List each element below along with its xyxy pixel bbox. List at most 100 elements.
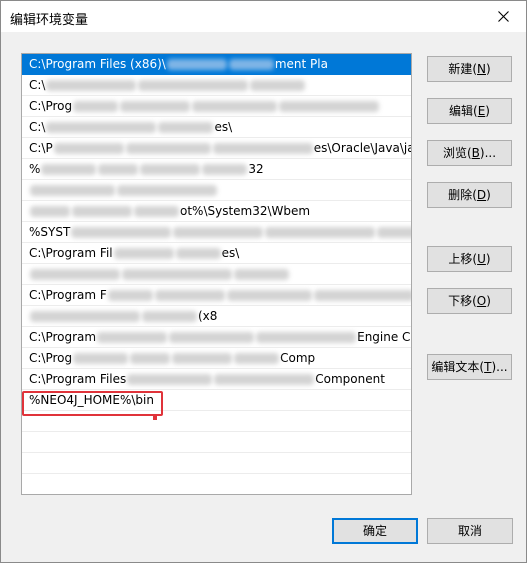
path-text-tail: es\ [214, 120, 233, 134]
path-list-row [22, 453, 411, 474]
ok-button-label: 确定 [362, 524, 387, 538]
path-list-row [22, 432, 411, 453]
redacted-text [46, 80, 137, 91]
path-list-row [22, 474, 411, 494]
window-title: 编辑环境变量 [10, 13, 89, 28]
redacted-text [154, 290, 225, 301]
edit-env-var-dialog: 编辑环境变量 C:\Program Files (x86)\ ment Pla C:… [0, 0, 527, 563]
path-list-row [22, 411, 411, 432]
new-button[interactable]: 新建(N) [427, 56, 512, 82]
redacted-text [97, 332, 168, 343]
redacted-text [41, 164, 97, 175]
browse-button[interactable]: 浏览(B)... [427, 140, 512, 166]
redacted-text [377, 227, 411, 238]
path-text: C:\ [29, 78, 46, 92]
edit-text-button[interactable]: 编辑文本(T)... [427, 354, 512, 380]
path-text: C:\Program [29, 330, 97, 344]
path-text: C:\Prog [29, 351, 73, 365]
path-text-tail: (x8 [198, 309, 218, 323]
path-list-row[interactable]: (x8 [22, 306, 411, 327]
path-list-row[interactable] [22, 264, 411, 285]
redacted-text [214, 374, 315, 385]
redacted-text [113, 248, 174, 259]
title-bar: 编辑环境变量 [1, 1, 526, 32]
delete-button-key: D [476, 188, 487, 202]
redacted-text [30, 206, 70, 217]
redacted-text [175, 248, 221, 259]
path-text-tail: ment Pla [274, 57, 328, 71]
redacted-text [107, 290, 153, 301]
path-text: C:\Program Fil [29, 246, 113, 260]
path-list-row[interactable]: C:\ es\ [22, 117, 411, 138]
redacted-text [234, 353, 280, 364]
delete-button[interactable]: 删除(D) [427, 182, 512, 208]
path-text-tail: Component [315, 372, 385, 386]
move-up-button[interactable]: 上移(U) [427, 246, 512, 272]
redacted-text [265, 227, 376, 238]
redacted-text [256, 332, 357, 343]
redacted-text [125, 143, 211, 154]
path-list-row[interactable]: %NEO4J_HOME%\bin [22, 390, 411, 411]
redacted-text [73, 353, 129, 364]
path-list[interactable]: C:\Program Files (x86)\ ment Pla C:\ C:\Pro… [21, 53, 412, 495]
redacted-text [228, 59, 274, 70]
redacted-text [71, 227, 172, 238]
redacted-text [120, 101, 191, 112]
cancel-button[interactable]: 取消 [427, 518, 513, 544]
path-list-row[interactable]: C:\Program Engine Component [22, 327, 411, 348]
path-list-row[interactable]: C:\Program Files Component [22, 369, 411, 390]
path-list-row[interactable]: % 32 [22, 159, 411, 180]
path-text: %NEO4J_HOME%\bin [29, 393, 154, 407]
move-up-button-key: U [477, 252, 486, 266]
path-text: C:\Prog [29, 99, 73, 113]
redacted-text [134, 206, 179, 217]
path-list-row[interactable]: C:\Prog [22, 96, 411, 117]
redacted-text [53, 143, 124, 154]
path-list-row[interactable]: C:\Program Files (x86)\ ment Pla [22, 54, 411, 75]
edit-button-key: E [477, 104, 486, 118]
path-list-row[interactable]: C:\P es\Oracle\Java\javapath [22, 138, 411, 159]
path-text-tail: es\Oracle\Java\javapath [313, 141, 411, 155]
edit-text-button-key: T [484, 360, 492, 374]
path-text-tail: ot%\System32\Wbem [180, 204, 311, 218]
redacted-text [117, 185, 217, 196]
path-text: %SYST [29, 225, 71, 239]
path-list-row[interactable]: C:\Program F19b\bin [22, 285, 411, 306]
close-button[interactable] [480, 1, 526, 32]
new-button-label: 新建 [448, 62, 473, 76]
redacted-text [142, 311, 197, 322]
redacted-text [250, 80, 306, 91]
redacted-text [172, 353, 233, 364]
edit-text-button-label: 编辑文本 [431, 360, 480, 374]
new-button-key: N [477, 62, 486, 76]
path-list-row[interactable]: C:\Program Fil es\ [22, 243, 411, 264]
redacted-text [226, 290, 312, 301]
redacted-text [30, 185, 115, 196]
redacted-text [130, 353, 171, 364]
redacted-text [46, 122, 157, 133]
path-text: C:\Program Files [29, 372, 127, 386]
path-list-row[interactable]: %SYST%\System32\WindowsPow [22, 222, 411, 243]
path-text: C:\Program Files (x86)\ [29, 57, 166, 71]
path-text: C:\Program F [29, 288, 107, 302]
redacted-text [234, 269, 289, 280]
path-list-row[interactable] [22, 180, 411, 201]
move-down-button-label: 下移 [448, 294, 473, 308]
path-text-tail: Engine Component [357, 330, 411, 344]
ok-button[interactable]: 确定 [332, 518, 418, 544]
close-icon [497, 11, 509, 22]
path-text: % [29, 162, 41, 176]
path-list-row[interactable]: C:\ [22, 75, 411, 96]
move-down-button[interactable]: 下移(O) [427, 288, 512, 314]
path-list-row[interactable]: C:\Prog Comp [22, 348, 411, 369]
redacted-text [192, 101, 278, 112]
edit-button[interactable]: 编辑(E) [427, 98, 512, 124]
cancel-button-label: 取消 [457, 524, 482, 538]
redacted-text [138, 80, 249, 91]
redacted-text [166, 59, 227, 70]
path-list-row[interactable]: ot%\System32\Wbem [22, 201, 411, 222]
edit-button-label: 编辑 [449, 104, 474, 118]
redacted-text [73, 101, 119, 112]
redacted-text [169, 332, 255, 343]
redacted-text [122, 269, 232, 280]
